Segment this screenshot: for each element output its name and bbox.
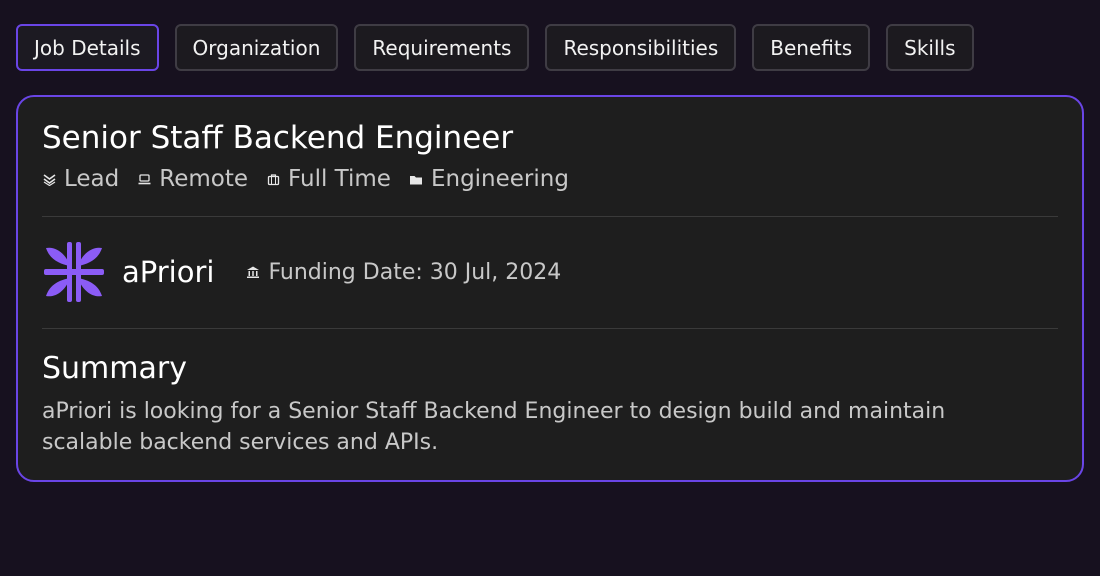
meta-employment-type: Full Time	[266, 166, 391, 192]
job-title: Senior Staff Backend Engineer	[42, 120, 514, 156]
company-row: aPriori Funding Date: 30 Jul, 2024	[42, 240, 561, 304]
tab-requirements[interactable]: Requirements	[354, 24, 530, 71]
company-logo	[44, 242, 104, 302]
tab-job-details[interactable]: Job Details	[16, 24, 159, 71]
divider	[42, 216, 1058, 217]
meta-level: Lead	[42, 166, 119, 192]
tab-organization[interactable]: Organization	[174, 24, 339, 71]
meta-location: Remote	[137, 166, 248, 192]
chevrons-icon	[42, 172, 56, 186]
briefcase-icon	[266, 172, 280, 186]
meta-department-label: Engineering	[430, 166, 569, 192]
meta-employment-type-label: Full Time	[288, 166, 391, 192]
company-name[interactable]: aPriori	[122, 255, 214, 289]
meta-department: Engineering	[409, 166, 569, 192]
folder-icon	[409, 172, 423, 186]
bank-icon	[246, 265, 260, 279]
tab-skills[interactable]: Skills	[886, 24, 974, 71]
tab-responsibilities[interactable]: Responsibilities	[545, 24, 737, 71]
divider	[42, 328, 1058, 329]
funding-date: Funding Date: 30 Jul, 2024	[246, 260, 561, 285]
funding-date-label: Funding Date: 30 Jul, 2024	[268, 259, 562, 285]
summary-heading: Summary	[42, 351, 187, 386]
summary-text: aPriori is looking for a Senior Staff Ba…	[42, 399, 946, 455]
meta-location-label: Remote	[159, 166, 249, 192]
job-meta-row: Lead Remote Full Time Engineering	[42, 166, 569, 192]
tab-benefits[interactable]: Benefits	[752, 24, 871, 71]
meta-level-label: Lead	[64, 166, 120, 192]
laptop-icon	[137, 172, 151, 186]
tab-bar: Job Details Organization Requirements Re…	[16, 24, 974, 71]
